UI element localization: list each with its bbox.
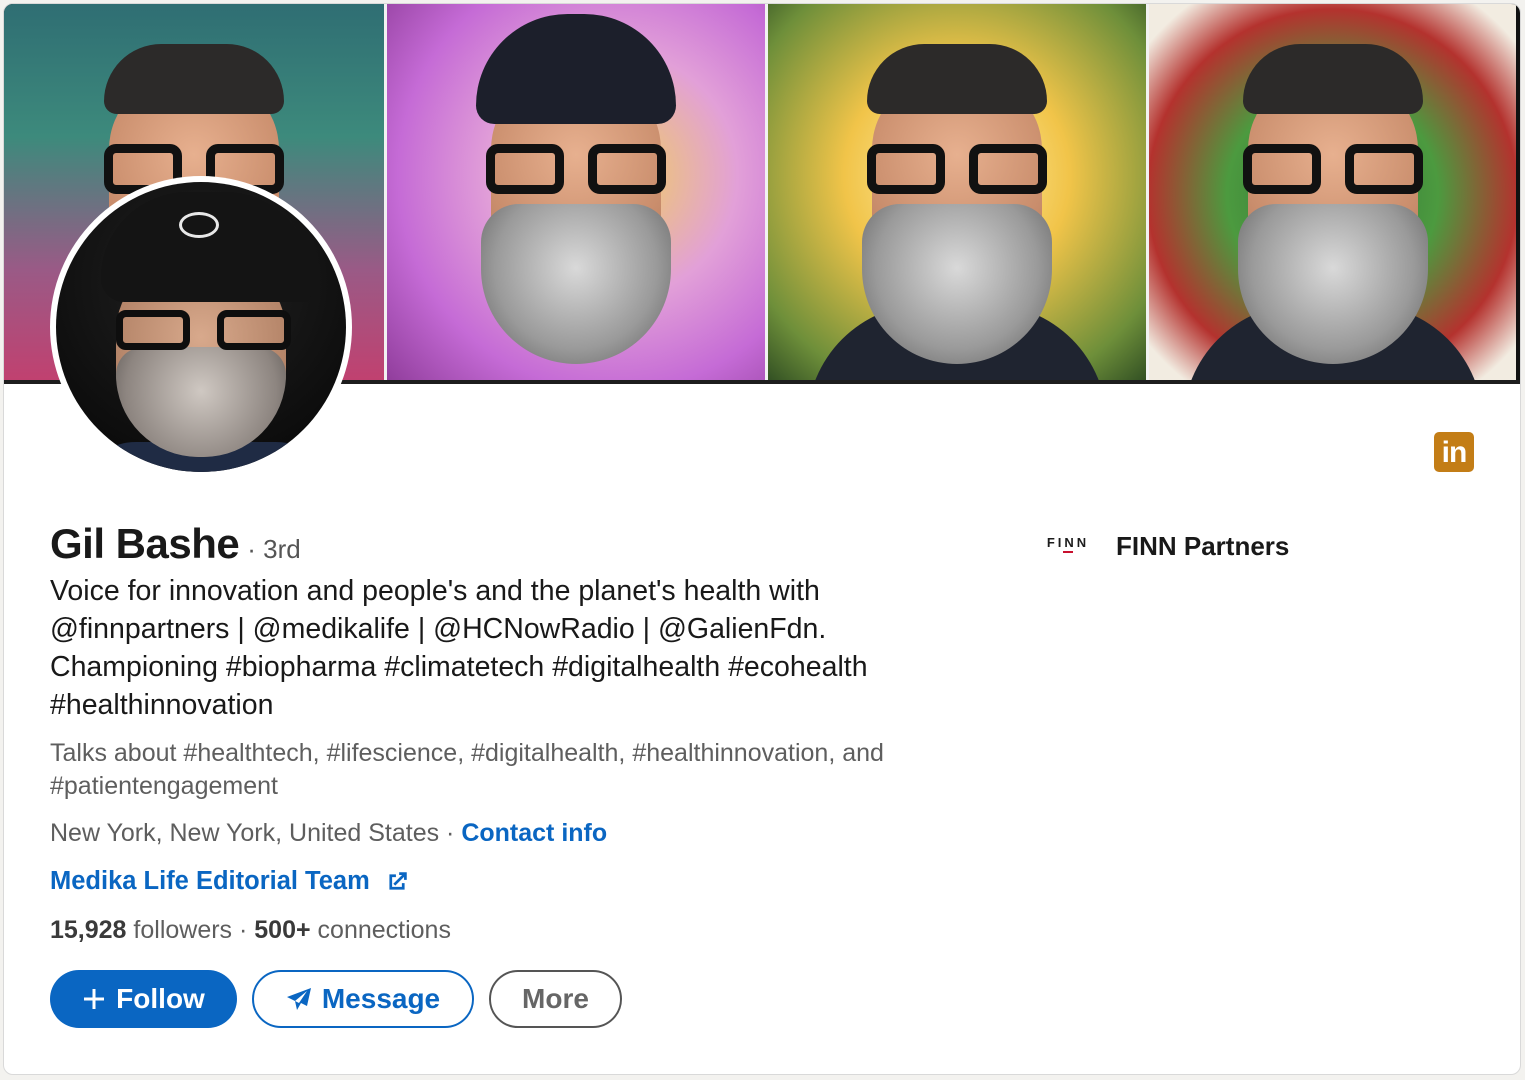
followers-count: 15,928 [50,916,127,944]
website-label: Medika Life Editorial Team [50,867,370,895]
banner-panel-3 [765,4,1146,384]
location-separator: · [439,819,462,847]
message-button[interactable]: Message [252,970,474,1028]
company-name: FINN Partners [1116,531,1290,561]
banner-panel-2 [384,4,765,384]
location-row: New York, New York, United States · Cont… [50,819,607,848]
more-label: More [522,983,589,1014]
talks-about: Talks about #healthtech, #lifescience, #… [50,739,884,800]
plus-icon [82,987,106,1011]
profile-name: Gil Bashe [50,520,240,567]
follow-label: Follow [116,983,205,1014]
followers-label: followers [126,916,233,944]
external-link-icon [389,871,407,890]
connections-count: 500+ [254,916,311,944]
profile-name-row: Gil Bashe · 3rd [50,520,301,568]
profile-card: in Gil Bashe · 3rd Voice for innovation … [3,3,1521,1075]
stats-separator: · [232,916,255,944]
follow-button[interactable]: Follow [50,970,237,1028]
profile-avatar[interactable] [50,176,352,478]
message-label: Message [321,983,441,1014]
current-company[interactable]: FINN FINN Partners [1044,531,1290,562]
profile-headline: Voice for innovation and people's and th… [50,575,868,721]
finn-partners-logo: FINN [1044,535,1092,559]
location: New York, New York, United States [50,819,440,847]
connection-degree: · 3rd [247,534,301,564]
company-logo-text: FINN [1046,534,1090,550]
profile-stats: 15,928 followers · 500+ connections [50,916,451,945]
banner-panel-4 [1146,4,1516,384]
linkedin-icon[interactable]: in [1434,432,1474,472]
website-link[interactable]: Medika Life Editorial Team [50,867,410,896]
paper-plane-icon [286,987,312,1011]
connections-label: connections [310,916,451,944]
contact-info-link[interactable]: Contact info [461,819,607,847]
more-button[interactable]: More [489,970,622,1028]
